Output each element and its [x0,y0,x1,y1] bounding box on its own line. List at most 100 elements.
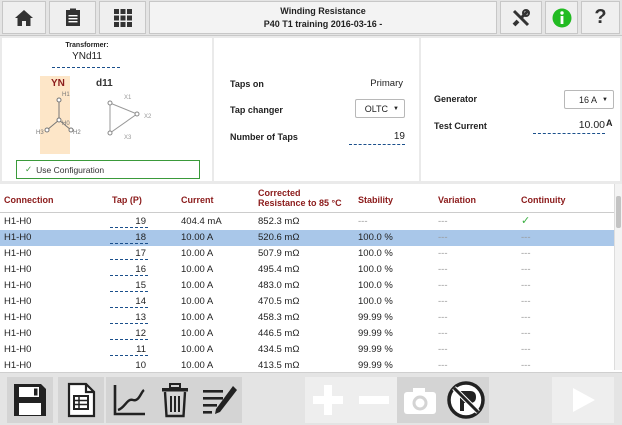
col-tap: Tap (P) [112,195,142,205]
tap-changer-select[interactable]: OLTC ▼ [355,99,405,118]
cell-resistance: 470.5 mΩ [258,296,300,307]
notes-button[interactable] [196,377,242,423]
table-row[interactable]: H1-H0 19 404.4 mA 852.3 mΩ --- --- ✓ [0,214,614,230]
cell-tap[interactable]: 15 [110,280,148,292]
cell-continuity: --- [521,280,531,291]
cell-continuity: --- [521,264,531,275]
info-button[interactable] [545,1,578,34]
cell-variation: --- [438,248,448,259]
cell-continuity: --- [521,296,531,307]
cell-connection: H1-H0 [4,264,32,275]
save-button[interactable] [7,377,53,423]
cell-current: 10.00 A [181,264,214,275]
cell-variation: --- [438,328,448,339]
cell-current: 404.4 mA [181,216,222,227]
notes-icon [203,386,237,414]
home-button[interactable] [2,1,46,34]
taps-on-label: Taps on [230,79,264,89]
cell-tap[interactable]: 11 [110,344,148,356]
vector-group[interactable]: YNd11 [2,51,172,62]
generator-select[interactable]: 16 A ▼ [564,90,614,109]
use-configuration-label: Use Configuration [36,164,105,175]
x1-label: X1 [124,95,132,101]
cell-resistance: 483.0 mΩ [258,280,300,291]
play-icon [573,388,595,412]
tap-changer-value: OLTC [364,103,389,114]
transformer-diagram: YN d11 H1 H3 H2 H0 X1 X2 X3 [36,76,152,154]
camera-button[interactable] [397,377,443,423]
use-configuration-button[interactable]: ✓ Use Configuration [16,160,200,179]
report-button[interactable] [58,377,104,423]
cell-connection: H1-H0 [4,312,32,323]
cell-resistance: 852.3 mΩ [258,216,300,227]
cell-stability: 99.99 % [358,328,393,339]
grid-icon [113,8,132,27]
cell-tap[interactable]: 16 [110,264,148,276]
cell-connection: H1-H0 [4,280,32,291]
table-row[interactable]: H1-H0 16 10.00 A 495.4 mΩ 100.0 % --- --- [0,262,614,278]
cell-resistance: 446.5 mΩ [258,328,300,339]
config-panels: Transformer: YNd11 YN d11 H1 H3 H2 H0 X1… [0,36,622,184]
add-icon [313,385,343,415]
camera-icon [404,388,436,414]
home-icon [15,9,33,26]
cell-tap[interactable]: 19 [110,216,148,228]
cell-stability: 99.99 % [358,344,393,355]
play-button[interactable] [552,377,614,423]
graph-button[interactable] [106,377,152,423]
h1-label: H1 [62,92,70,98]
cell-tap[interactable]: 12 [110,328,148,340]
table-row[interactable]: H1-H0 12 10.00 A 446.5 mΩ 99.99 % --- --- [0,326,614,342]
table-row[interactable]: H1-H0 10 10.00 A 413.5 mΩ 99.99 % --- --- [0,358,614,370]
no-signal-icon [447,381,485,419]
table-row[interactable]: H1-H0 15 10.00 A 483.0 mΩ 100.0 % --- --- [0,278,614,294]
cell-tap[interactable]: 18 [110,232,148,244]
cell-continuity: --- [521,360,531,370]
cell-tap[interactable]: 17 [110,248,148,260]
cell-resistance: 434.5 mΩ [258,344,300,355]
num-taps-field[interactable]: 19 [349,131,405,145]
cell-connection: H1-H0 [4,360,32,370]
cell-variation: --- [438,216,448,227]
table-row[interactable]: H1-H0 17 10.00 A 507.9 mΩ 100.0 % --- --- [0,246,614,262]
scrollbar-thumb[interactable] [616,196,621,228]
col-corrected-sub: Resistance to 85 °C [258,198,342,208]
cell-connection: H1-H0 [4,296,32,307]
delete-button[interactable] [152,377,198,423]
remove-button[interactable] [351,377,397,423]
tools-icon [512,8,530,26]
table-row[interactable]: H1-H0 14 10.00 A 470.5 mΩ 100.0 % --- --- [0,294,614,310]
cell-tap[interactable]: 13 [110,312,148,324]
cell-tap[interactable]: 14 [110,296,148,308]
table-row[interactable]: H1-H0 13 10.00 A 458.3 mΩ 99.99 % --- --- [0,310,614,326]
help-button[interactable]: ? [581,1,620,34]
cell-continuity: ✓ [521,215,531,227]
add-button[interactable] [305,377,351,423]
cell-stability: 100.0 % [358,296,393,307]
taps-panel: Taps on Primary Tap changer OLTC ▼ Numbe… [214,38,419,181]
cell-stability: 100.0 % [358,280,393,291]
help-icon: ? [594,6,607,28]
cell-stability: 99.99 % [358,312,393,323]
table-row[interactable]: H1-H0 11 10.00 A 434.5 mΩ 99.99 % --- --- [0,342,614,358]
grid-button[interactable] [99,1,146,34]
test-current-field[interactable]: 10.00 [533,119,605,134]
cell-continuity: --- [521,328,531,339]
taps-on-value[interactable]: Primary [370,78,403,89]
generator-label: Generator [434,94,478,104]
table-scrollbar[interactable] [614,184,622,370]
test-current-label: Test Current [434,121,487,131]
cell-resistance: 413.5 mΩ [258,360,300,370]
cell-tap[interactable]: 10 [110,360,148,370]
cell-variation: --- [438,264,448,275]
tools-button[interactable] [500,1,542,34]
cell-current: 10.00 A [181,296,214,307]
trash-icon [162,383,188,418]
results-table: Connection Tap (P) Current Corrected Res… [0,184,614,370]
no-signal-button[interactable] [443,377,489,423]
cell-resistance: 495.4 mΩ [258,264,300,275]
table-row[interactable]: H1-H0 18 10.00 A 520.6 mΩ 100.0 % --- --- [0,230,614,246]
document-button[interactable] [49,1,96,34]
subtitle-text: P40 T1 training 2016-03-16 - [263,19,383,29]
cell-variation: --- [438,312,448,323]
